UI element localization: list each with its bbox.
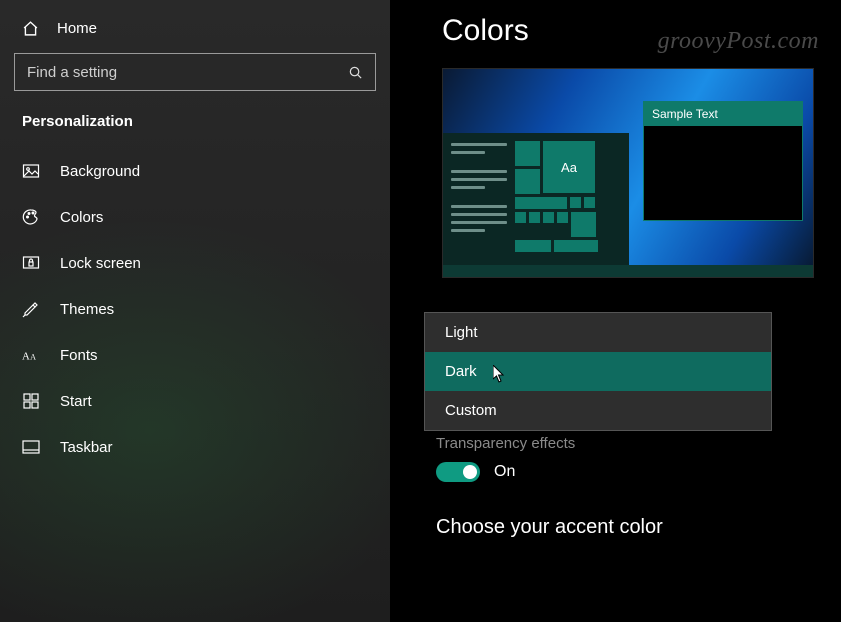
color-preview-panel: Aa Sample Text bbox=[442, 68, 814, 278]
sidebar-item-label: Lock screen bbox=[60, 255, 141, 272]
taskbar-icon bbox=[22, 438, 40, 456]
sidebar-item-colors[interactable]: Colors bbox=[0, 194, 390, 240]
sidebar-item-label: Taskbar bbox=[60, 439, 113, 456]
sidebar-item-fonts[interactable]: A A Fonts bbox=[0, 332, 390, 378]
palette-icon bbox=[22, 208, 40, 226]
color-mode-option-dark[interactable]: Dark bbox=[425, 352, 771, 391]
color-mode-option-custom[interactable]: Custom bbox=[425, 391, 771, 430]
color-mode-option-light[interactable]: Light bbox=[425, 313, 771, 352]
settings-sidebar: Home Find a setting Personalization Back… bbox=[0, 0, 390, 622]
toggle-state: On bbox=[494, 463, 515, 481]
sidebar-item-label: Background bbox=[60, 163, 140, 180]
themes-icon bbox=[22, 300, 40, 318]
sidebar-item-label: Fonts bbox=[60, 347, 98, 364]
preview-window: Sample Text bbox=[643, 101, 803, 221]
home-nav[interactable]: Home bbox=[0, 14, 390, 53]
transparency-label: Transparency effects bbox=[436, 435, 841, 452]
home-label: Home bbox=[57, 20, 97, 37]
sidebar-item-label: Colors bbox=[60, 209, 103, 226]
sidebar-item-label: Start bbox=[60, 393, 92, 410]
preview-taskbar bbox=[443, 265, 813, 277]
search-icon bbox=[348, 65, 363, 80]
svg-text:A: A bbox=[30, 353, 36, 362]
svg-text:A: A bbox=[22, 351, 30, 363]
color-mode-dropdown[interactable]: Light Dark Custom bbox=[424, 312, 772, 431]
transparency-toggle[interactable] bbox=[436, 462, 480, 482]
sidebar-item-themes[interactable]: Themes bbox=[0, 286, 390, 332]
preview-start-menu: Aa bbox=[443, 133, 629, 265]
section-title: Personalization bbox=[0, 113, 390, 148]
sidebar-item-start[interactable]: Start bbox=[0, 378, 390, 424]
start-icon bbox=[22, 392, 40, 410]
fonts-icon: A A bbox=[22, 346, 40, 364]
search-placeholder: Find a setting bbox=[27, 64, 117, 81]
search-input[interactable]: Find a setting bbox=[14, 53, 376, 91]
sidebar-item-taskbar[interactable]: Taskbar bbox=[0, 424, 390, 470]
sidebar-item-lock-screen[interactable]: Lock screen bbox=[0, 240, 390, 286]
preview-tile-aa: Aa bbox=[543, 141, 595, 193]
sidebar-item-label: Themes bbox=[60, 301, 114, 318]
sidebar-item-background[interactable]: Background bbox=[0, 148, 390, 194]
accent-color-heading: Choose your accent color bbox=[436, 516, 841, 539]
main-content: groovyPost.com Colors Aa bbox=[390, 0, 841, 622]
toggle-knob bbox=[463, 465, 477, 479]
home-icon bbox=[22, 20, 39, 37]
watermark: groovyPost.com bbox=[658, 28, 819, 55]
preview-window-title: Sample Text bbox=[644, 102, 802, 126]
lock-screen-icon bbox=[22, 254, 40, 272]
picture-icon bbox=[22, 162, 40, 180]
